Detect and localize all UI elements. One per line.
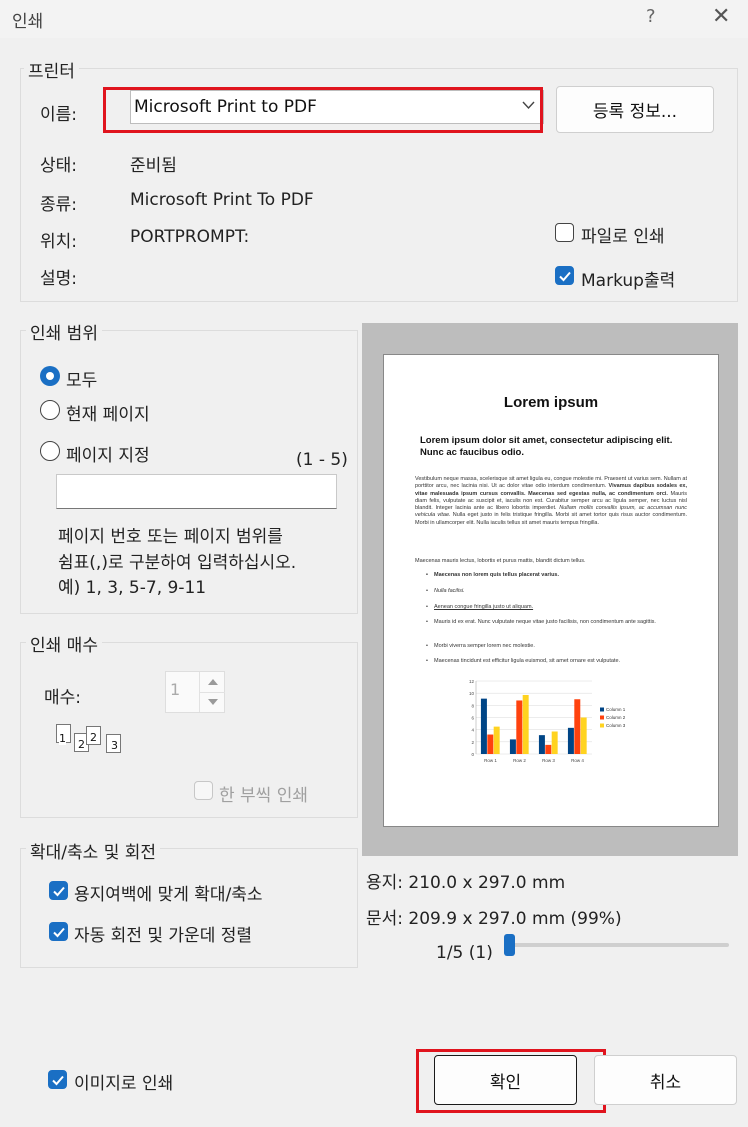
doc-paragraph-2: Maecenas mauris lectus, lobortis et puru… [415, 558, 586, 564]
preview-chart: 0 2 4 6 8 10 12 Row 1 Row 2 Row 3 Row 4 Column 1 Col… [469, 679, 626, 763]
status-value: 준비됨 [130, 156, 177, 176]
range-pages-radio[interactable] [40, 441, 60, 461]
range-help-line-3: 예) 1, 3, 5-7, 9-11 [58, 578, 207, 598]
doc-bullet-5: Morbi viverra semper lorem nec molestie. [426, 643, 689, 650]
chart-bar [516, 700, 523, 754]
chart-legend-label: Column 3 [606, 723, 626, 728]
range-current-label[interactable]: 현재 페이지 [66, 400, 150, 425]
range-pages-label[interactable]: 페이지 지정 [66, 441, 150, 466]
chart-bar [567, 727, 574, 754]
preview-page: Lorem ipsum Lorem ipsum dolor sit amet, … [383, 354, 719, 827]
print-as-image-label[interactable]: 이미지로 인쇄 [74, 1069, 173, 1094]
scaling-title: 확대/축소 및 회전 [26, 838, 161, 863]
doc-bullet-6: Maecenas tincidunt est efficitur ligula … [426, 658, 689, 665]
cancel-button[interactable]: 취소 [594, 1055, 737, 1105]
chart-legend-label: Column 2 [606, 715, 626, 720]
collate-label[interactable]: 한 부씩 인쇄 [219, 781, 308, 806]
doc-bullet-3: Aenean congue fringilla justo ut aliquam… [426, 604, 689, 611]
collate-page-2b: 2 [90, 731, 97, 744]
collate-page-1: 1 [59, 732, 66, 745]
chart-legend-swatch [600, 707, 604, 712]
copies-title: 인쇄 매수 [26, 631, 102, 656]
print-to-file-label[interactable]: 파일로 인쇄 [581, 222, 665, 247]
chart-y-tick: 12 [469, 679, 475, 684]
doc-title: Lorem ipsum [503, 394, 599, 411]
chart-x-tick: Row 1 [484, 758, 497, 763]
printer-group-title: 프린터 [24, 57, 79, 82]
collate-page-3: 3 [111, 739, 118, 752]
page-indicator: 1/5 (1) [436, 943, 493, 963]
print-as-image-checkbox[interactable] [48, 1070, 67, 1089]
printer-name-label: 이름: [40, 105, 78, 125]
chart-x-tick: Row 3 [542, 758, 555, 763]
auto-rotate-checkbox[interactable] [49, 922, 68, 941]
chart-y-tick: 8 [471, 703, 474, 708]
chart-y-tick: 0 [471, 752, 474, 757]
collate-pages-icon: 1 2 2 3 [54, 724, 134, 756]
properties-button[interactable]: 등록 정보... [556, 86, 714, 133]
chart-x-tick: Row 4 [571, 758, 584, 763]
copies-count-value: 1 [170, 680, 181, 699]
chart-bar [480, 698, 487, 754]
document-size: 문서: 209.9 x 297.0 mm (99%) [366, 909, 622, 929]
where-value: PORTPROMPT: [130, 227, 250, 247]
chart-bar [580, 717, 587, 754]
type-value: Microsoft Print To PDF [130, 190, 314, 210]
where-label: 위치: [40, 232, 78, 252]
print-to-file-checkbox[interactable] [555, 223, 574, 242]
close-button[interactable]: ✕ [712, 4, 730, 29]
comment-label: 설명: [40, 269, 78, 289]
range-help-line-2: 쉼표(,)로 구분하여 입력하십시오. [58, 553, 297, 573]
chart-bar [493, 726, 500, 754]
doc-paragraph-1: Vestibulum neque massa, scelerisque sit … [415, 476, 688, 526]
copies-count-label: 매수: [44, 688, 82, 708]
chart-bar [574, 699, 581, 754]
doc-bullet-1: Maecenas non lorem quis tellus placerat … [426, 572, 689, 579]
doc-bullet-4: Mauris id ex erat. Nunc vulputate neque … [426, 619, 689, 626]
scaling-group [20, 848, 358, 968]
doc-subtitle: Lorem ipsum dolor sit amet, consectetur … [420, 435, 673, 458]
page-slider-thumb[interactable] [504, 934, 515, 956]
chart-bar [551, 731, 558, 754]
fit-to-margins-checkbox[interactable] [49, 881, 68, 900]
status-label: 상태: [40, 156, 78, 176]
collate-checkbox[interactable] [194, 781, 213, 800]
printer-select-highlight [103, 87, 543, 133]
paper-size: 용지: 210.0 x 297.0 mm [366, 873, 566, 893]
ok-button-highlight [416, 1049, 606, 1113]
type-label: 종류: [40, 195, 78, 215]
range-all-radio[interactable] [40, 366, 60, 386]
range-help-line-1: 페이지 번호 또는 페이지 범위를 [58, 527, 283, 547]
spin-up-icon[interactable] [199, 672, 225, 693]
chart-y-tick: 10 [469, 691, 475, 696]
chart-legend-swatch [600, 715, 604, 720]
markup-output-checkbox[interactable] [555, 266, 574, 285]
chart-bar [522, 694, 529, 754]
spin-down-icon[interactable] [199, 692, 225, 712]
chart-y-tick: 4 [471, 728, 474, 733]
markup-output-label[interactable]: Markup출력 [581, 266, 675, 291]
collate-page-2a: 2 [78, 738, 85, 751]
chart-x-tick: Row 2 [513, 758, 526, 763]
chart-bar [538, 735, 545, 754]
page-slider-track[interactable] [504, 943, 729, 947]
page-count-hint: (1 - 5) [296, 450, 348, 470]
title-bar [0, 0, 748, 38]
help-button[interactable]: ? [646, 6, 656, 27]
chart-y-tick: 6 [471, 716, 474, 721]
fit-to-margins-label[interactable]: 용지여백에 맞게 확대/축소 [74, 880, 263, 905]
doc-bullet-2: Nulla facilisi. [426, 588, 689, 595]
range-current-radio[interactable] [40, 400, 60, 420]
chart-bar [509, 739, 516, 754]
chart-y-tick: 2 [471, 740, 474, 745]
chart-legend-label: Column 1 [606, 707, 626, 712]
range-all-label[interactable]: 모두 [66, 366, 97, 391]
chart-bar [487, 734, 494, 754]
pages-input[interactable] [56, 474, 337, 509]
print-range-title: 인쇄 범위 [26, 319, 102, 344]
chart-legend-swatch [600, 723, 604, 728]
chart-bar [545, 744, 552, 754]
window-title: 인쇄 [12, 12, 44, 32]
auto-rotate-label[interactable]: 자동 회전 및 가운데 정렬 [74, 921, 252, 946]
